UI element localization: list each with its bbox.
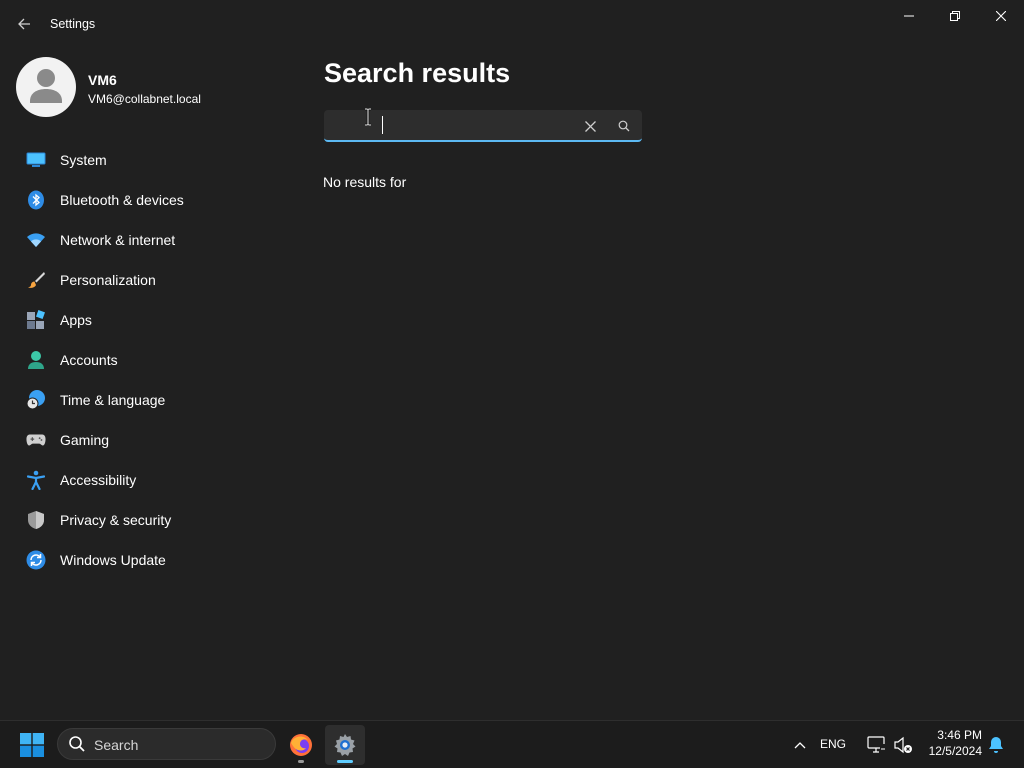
sidebar-item-windows-update[interactable]: Windows Update: [14, 542, 294, 578]
bluetooth-icon: [26, 190, 46, 210]
sidebar-item-gaming[interactable]: Gaming: [14, 422, 294, 458]
minimize-button[interactable]: [886, 0, 932, 32]
person-avatar-icon: [30, 69, 62, 103]
sidebar-item-label: Network & internet: [60, 232, 176, 248]
user-profile[interactable]: VM6 VM6@collabnet.local: [16, 57, 286, 117]
arrow-left-icon: [18, 18, 30, 30]
sidebar-item-label: Privacy & security: [60, 512, 172, 528]
brush-icon: [26, 270, 46, 290]
minimize-icon: [904, 15, 914, 17]
sidebar-item-label: Bluetooth & devices: [60, 192, 184, 208]
page-title: Search results: [324, 58, 511, 88]
input-language-indicator[interactable]: ENG: [820, 737, 846, 751]
sidebar-item-label: Gaming: [60, 432, 110, 448]
sidebar-item-privacy-security[interactable]: Privacy & security: [14, 502, 294, 538]
sidebar-item-accessibility[interactable]: Accessibility: [14, 462, 294, 498]
firefox-icon: [290, 734, 312, 756]
taskbar-app-firefox[interactable]: [281, 725, 321, 765]
sidebar-item-label: Apps: [60, 312, 92, 328]
clock-date: 12/5/2024: [928, 744, 982, 758]
start-button[interactable]: [14, 729, 50, 761]
windows-logo-icon: [20, 733, 44, 757]
sidebar-item-personalization[interactable]: Personalization: [14, 262, 294, 298]
person-icon: [26, 350, 46, 370]
avatar: [16, 57, 76, 117]
accessibility-icon: [26, 470, 46, 490]
close-button[interactable]: [978, 0, 1024, 32]
shield-icon: [26, 510, 46, 530]
sidebar-item-system[interactable]: System: [14, 142, 294, 178]
apps-icon: [26, 310, 46, 330]
sidebar-item-accounts[interactable]: Accounts: [14, 342, 294, 378]
user-name: VM6: [88, 72, 117, 88]
sidebar-item-bluetooth[interactable]: Bluetooth & devices: [14, 182, 294, 218]
close-icon: [996, 11, 1006, 21]
notification-bell-icon[interactable]: [986, 735, 1006, 755]
update-icon: [26, 550, 46, 570]
taskbar: Search ENG 3:46 PM 12/5/2024: [0, 720, 1024, 768]
taskbar-app-settings[interactable]: [325, 725, 365, 765]
restore-button[interactable]: [932, 0, 978, 32]
close-icon: [584, 120, 596, 132]
monitor-icon: [26, 150, 46, 170]
title-bar: Settings: [0, 0, 1024, 48]
sidebar-item-label: System: [60, 152, 107, 168]
sidebar-item-label: Accessibility: [60, 472, 137, 488]
chevron-up-icon: [794, 742, 806, 749]
taskbar-search[interactable]: Search: [57, 728, 276, 760]
clock[interactable]: 3:46 PM 12/5/2024: [920, 727, 982, 759]
clear-search-button[interactable]: [578, 114, 602, 138]
active-indicator: [337, 760, 353, 763]
search-icon: [618, 120, 630, 132]
clock-time: 3:46 PM: [937, 728, 982, 742]
sidebar-item-label: Windows Update: [60, 552, 166, 568]
text-caret: [382, 116, 383, 134]
network-icon[interactable]: [866, 734, 888, 756]
sidebar-item-label: Personalization: [60, 272, 156, 288]
sidebar-item-apps[interactable]: Apps: [14, 302, 294, 338]
sidebar-item-label: Time & language: [60, 392, 166, 408]
search-input[interactable]: [376, 115, 580, 139]
settings-gear-icon: [334, 734, 356, 756]
sidebar-item-time-language[interactable]: Time & language: [14, 382, 294, 418]
running-indicator: [298, 760, 304, 763]
gamepad-icon: [26, 430, 46, 450]
no-results-message: No results for: [323, 174, 407, 190]
app-title: Settings: [50, 17, 96, 31]
sidebar-item-network[interactable]: Network & internet: [14, 222, 294, 258]
user-email: VM6@collabnet.local: [88, 92, 201, 106]
back-button[interactable]: [10, 10, 38, 38]
sidebar-nav: System Bluetooth & devices Network & int…: [14, 142, 294, 582]
volume-muted-icon[interactable]: [892, 734, 914, 756]
search-icon: [69, 736, 85, 752]
sidebar-item-label: Accounts: [60, 352, 118, 368]
restore-icon: [950, 11, 960, 21]
show-hidden-icons-button[interactable]: [788, 733, 812, 757]
ibeam-cursor-icon: [365, 108, 371, 126]
search-submit-button[interactable]: [612, 114, 636, 138]
globe-clock-icon: [26, 390, 46, 410]
wifi-icon: [26, 230, 46, 250]
taskbar-search-label: Search: [94, 737, 139, 753]
